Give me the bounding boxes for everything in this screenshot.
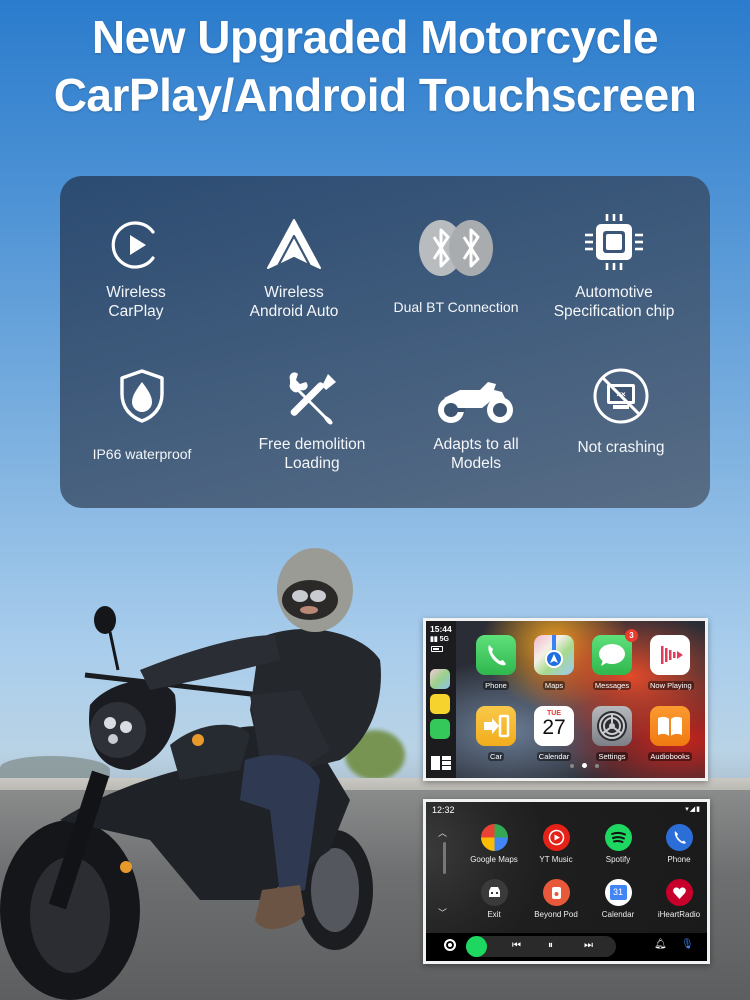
carplay-app-maps[interactable]: Maps — [532, 635, 576, 693]
page-dot[interactable] — [595, 764, 599, 768]
feature-label-line-1: Adapts to all — [433, 436, 519, 453]
status-icons: ▾◢▮ — [685, 806, 701, 813]
carplay-icon — [111, 221, 155, 269]
maps-icon — [534, 635, 574, 675]
next-track-button[interactable]: ⏭ — [584, 940, 593, 951]
calendar-date: 27 — [542, 716, 566, 739]
feature-label-line-1: IP66 waterproof — [92, 446, 192, 462]
waterproof-shield-icon — [120, 369, 164, 423]
google-maps-icon — [480, 824, 508, 851]
sidebar-music-icon[interactable] — [430, 694, 450, 714]
carplay-time: 15:44 — [430, 624, 452, 634]
aa-app-iheartradio[interactable]: iHeartRadio — [639, 879, 707, 919]
carplay-app-messages[interactable]: 3 Messages — [590, 629, 638, 693]
calendar-icon: 31 — [604, 879, 632, 906]
dashboard-toggle-icon[interactable] — [431, 756, 451, 770]
settings-icon — [592, 706, 632, 746]
audiobooks-icon — [650, 706, 690, 746]
app-label: Phone — [667, 855, 691, 864]
carplay-network: 5G — [439, 636, 449, 643]
calendar-date: 31 — [609, 885, 627, 900]
home-button[interactable] — [444, 939, 456, 951]
features-panel: Wireless CarPlay Wireless Android Auto D… — [60, 176, 710, 508]
phone-icon — [665, 824, 693, 851]
motorcycle-icon — [438, 382, 513, 423]
aa-app-phone[interactable]: Phone — [639, 824, 707, 864]
yt-music-icon — [542, 824, 570, 851]
feature-label-line-2: Specification chip — [553, 303, 675, 320]
android-auto-screen: 12:32 ▾◢▮ ︿ ﹀ Google Maps YT Music Spoti… — [423, 799, 710, 964]
feature-label-line-1: Wireless — [106, 284, 166, 301]
feature-label-line-2: Loading — [284, 455, 340, 472]
feature-label-line-1: Not crashing — [577, 439, 665, 456]
carplay-screen: 15:44 ▮▮ 5G Phone Maps 3 Messages Now Pl… — [423, 618, 708, 781]
dual-bluetooth-icon — [419, 220, 493, 276]
app-label: Now Playing — [648, 681, 694, 690]
scroll-down-icon[interactable]: ﹀ — [438, 906, 447, 919]
carplay-sidebar: 15:44 ▮▮ 5G — [426, 621, 456, 778]
pause-button[interactable]: ⏸ — [548, 940, 553, 951]
scroll-up-icon[interactable]: ︿ — [438, 826, 447, 839]
android-auto-navbar: ⏮ ⏸ ⏭ 🔔︎ 🎙︎ — [426, 933, 707, 961]
feature-label-line-1: Wireless — [264, 284, 324, 301]
carplay-app-car[interactable]: Car — [474, 706, 518, 764]
android-auto-icon — [267, 219, 321, 269]
chip-icon — [585, 214, 643, 270]
sidebar-phone-icon[interactable] — [430, 719, 450, 739]
feature-label-line-2: CarPlay — [108, 303, 164, 320]
media-controls: ⏮ ⏸ ⏭ — [466, 936, 616, 957]
messages-icon: 3 — [592, 629, 638, 675]
app-label: Phone — [483, 681, 509, 690]
motorcycle-rider-illustration — [0, 548, 381, 1000]
no-crash-icon: ×× — [593, 368, 649, 424]
feature-label-line-1: Free demolition — [258, 436, 366, 453]
app-label: Audiobooks — [648, 752, 692, 761]
headline-line-2: CarPlay/Android Touchscreen — [53, 69, 697, 121]
carplay-app-phone[interactable]: Phone — [474, 635, 518, 693]
car-icon — [476, 706, 516, 746]
notification-bell-icon[interactable]: 🔔︎ — [654, 939, 667, 950]
headline: New Upgraded Motorcycle CarPlay/Android … — [0, 8, 750, 124]
calendar-icon: TUE 27 — [534, 706, 574, 746]
exit-car-icon — [480, 879, 508, 906]
beyond-pod-icon — [542, 879, 570, 906]
carplay-app-audiobooks[interactable]: Audiobooks — [648, 706, 692, 764]
app-label: Messages — [592, 681, 632, 690]
feature-label-line-2: Android Auto — [249, 303, 339, 320]
feature-label-line-1: Automotive — [575, 284, 653, 301]
spotify-icon — [604, 824, 632, 851]
page-dot[interactable] — [570, 764, 574, 768]
messages-badge: 3 — [625, 629, 638, 642]
sidebar-maps-icon[interactable] — [430, 669, 450, 689]
feature-label-line-1: Dual BT Connection — [393, 299, 519, 315]
carplay-signal: ▮▮ 5G — [430, 636, 449, 643]
feature-label-line-2: Models — [451, 455, 501, 472]
battery-icon — [431, 646, 443, 652]
page-indicator — [566, 755, 603, 773]
app-label: Car — [487, 752, 505, 761]
page-dot-active[interactable] — [582, 763, 587, 768]
iheartradio-icon — [665, 879, 693, 906]
microphone-icon[interactable]: 🎙︎ — [681, 939, 694, 950]
scrollbar[interactable] — [443, 842, 446, 874]
now-playing-icon — [650, 635, 690, 675]
carplay-app-now-playing[interactable]: Now Playing — [648, 635, 694, 693]
previous-track-button[interactable]: ⏮ — [512, 940, 521, 951]
tools-icon — [289, 372, 336, 425]
phone-icon — [476, 635, 516, 675]
spotify-now-playing-icon[interactable] — [466, 936, 487, 957]
app-label: iHeartRadio — [657, 910, 701, 919]
headline-line-1: New Upgraded Motorcycle — [91, 11, 659, 63]
android-auto-time: 12:32 — [432, 805, 455, 815]
app-label: Maps — [542, 681, 566, 690]
